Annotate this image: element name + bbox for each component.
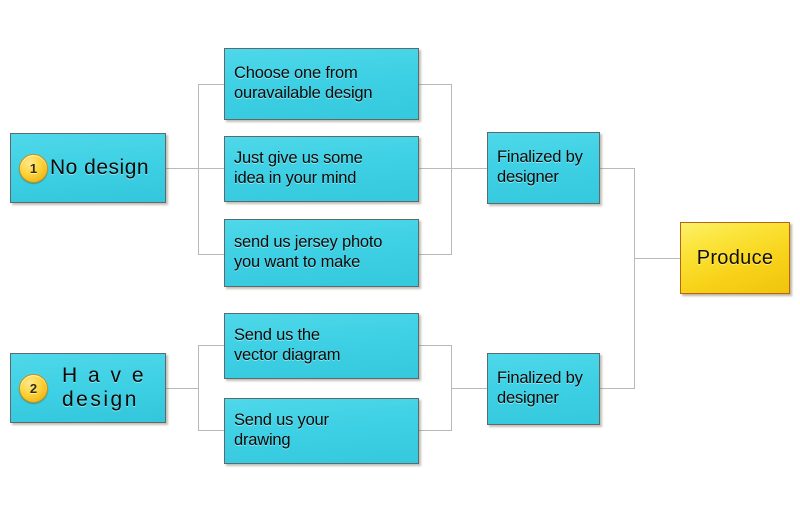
connector-branch2-to-option2 bbox=[198, 430, 224, 431]
node-send-vector-diagram-label: Send us the vector diagram bbox=[234, 326, 341, 364]
node-give-idea-label: Just give us some idea in your mind bbox=[234, 149, 363, 187]
connector-root1-stem bbox=[166, 168, 199, 169]
node-send-jersey-photo[interactable]: send us jersey photo you want to make bbox=[224, 219, 419, 287]
node-finalized-by-designer-top-label: Finalized by designer bbox=[497, 148, 583, 186]
node-no-design[interactable]: 1 No design bbox=[10, 133, 166, 203]
node-finalized-by-designer-top[interactable]: Finalized by designer bbox=[487, 132, 600, 204]
connector-option5-to-merge2 bbox=[419, 430, 452, 431]
node-finalized-by-designer-bottom-label: Finalized by designer bbox=[497, 369, 583, 407]
connector-branch1-to-option2 bbox=[198, 168, 224, 169]
node-produce-label: Produce bbox=[696, 246, 774, 269]
connector-option2-to-merge1 bbox=[419, 168, 452, 169]
connector-stage2-to-produce bbox=[600, 388, 635, 389]
connector-root2-stem bbox=[166, 388, 199, 389]
node-no-design-label: No design bbox=[50, 156, 150, 180]
node-send-vector-diagram[interactable]: Send us the vector diagram bbox=[224, 313, 419, 379]
connector-merge1-trunk bbox=[451, 84, 452, 255]
connector-option3-to-merge1 bbox=[419, 254, 452, 255]
connector-option4-to-merge2 bbox=[419, 345, 452, 346]
badge-number-2: 2 bbox=[19, 373, 48, 403]
node-produce[interactable]: Produce bbox=[680, 222, 790, 294]
connector-branch2-trunk bbox=[198, 345, 199, 431]
connector-branch1-trunk bbox=[198, 84, 199, 254]
connector-merge1-to-stage1 bbox=[451, 168, 488, 169]
flowchart-canvas: 1 No design 2 H a v e design Choose one … bbox=[0, 0, 800, 517]
node-send-drawing-label: Send us your drawing bbox=[234, 411, 329, 449]
node-have-design-label: H a v e design bbox=[62, 364, 147, 411]
connector-branch1-to-option3 bbox=[198, 254, 224, 255]
connector-branch2-to-option1 bbox=[198, 345, 224, 346]
node-choose-existing-design-label: Choose one from ouravailable design bbox=[234, 64, 373, 102]
connector-produce-stem bbox=[634, 258, 680, 259]
connector-produce-trunk bbox=[634, 168, 635, 389]
node-finalized-by-designer-bottom[interactable]: Finalized by designer bbox=[487, 353, 600, 425]
node-have-design[interactable]: 2 H a v e design bbox=[10, 353, 166, 423]
connector-merge2-to-stage2 bbox=[451, 388, 488, 389]
connector-option1-to-merge1 bbox=[419, 84, 452, 85]
node-send-jersey-photo-label: send us jersey photo you want to make bbox=[234, 233, 383, 271]
node-send-drawing[interactable]: Send us your drawing bbox=[224, 398, 419, 464]
connector-stage1-to-produce bbox=[600, 168, 635, 169]
node-choose-existing-design[interactable]: Choose one from ouravailable design bbox=[224, 48, 419, 120]
node-give-idea[interactable]: Just give us some idea in your mind bbox=[224, 136, 419, 202]
badge-number-1: 1 bbox=[19, 153, 48, 183]
connector-branch1-to-option1 bbox=[198, 84, 224, 85]
